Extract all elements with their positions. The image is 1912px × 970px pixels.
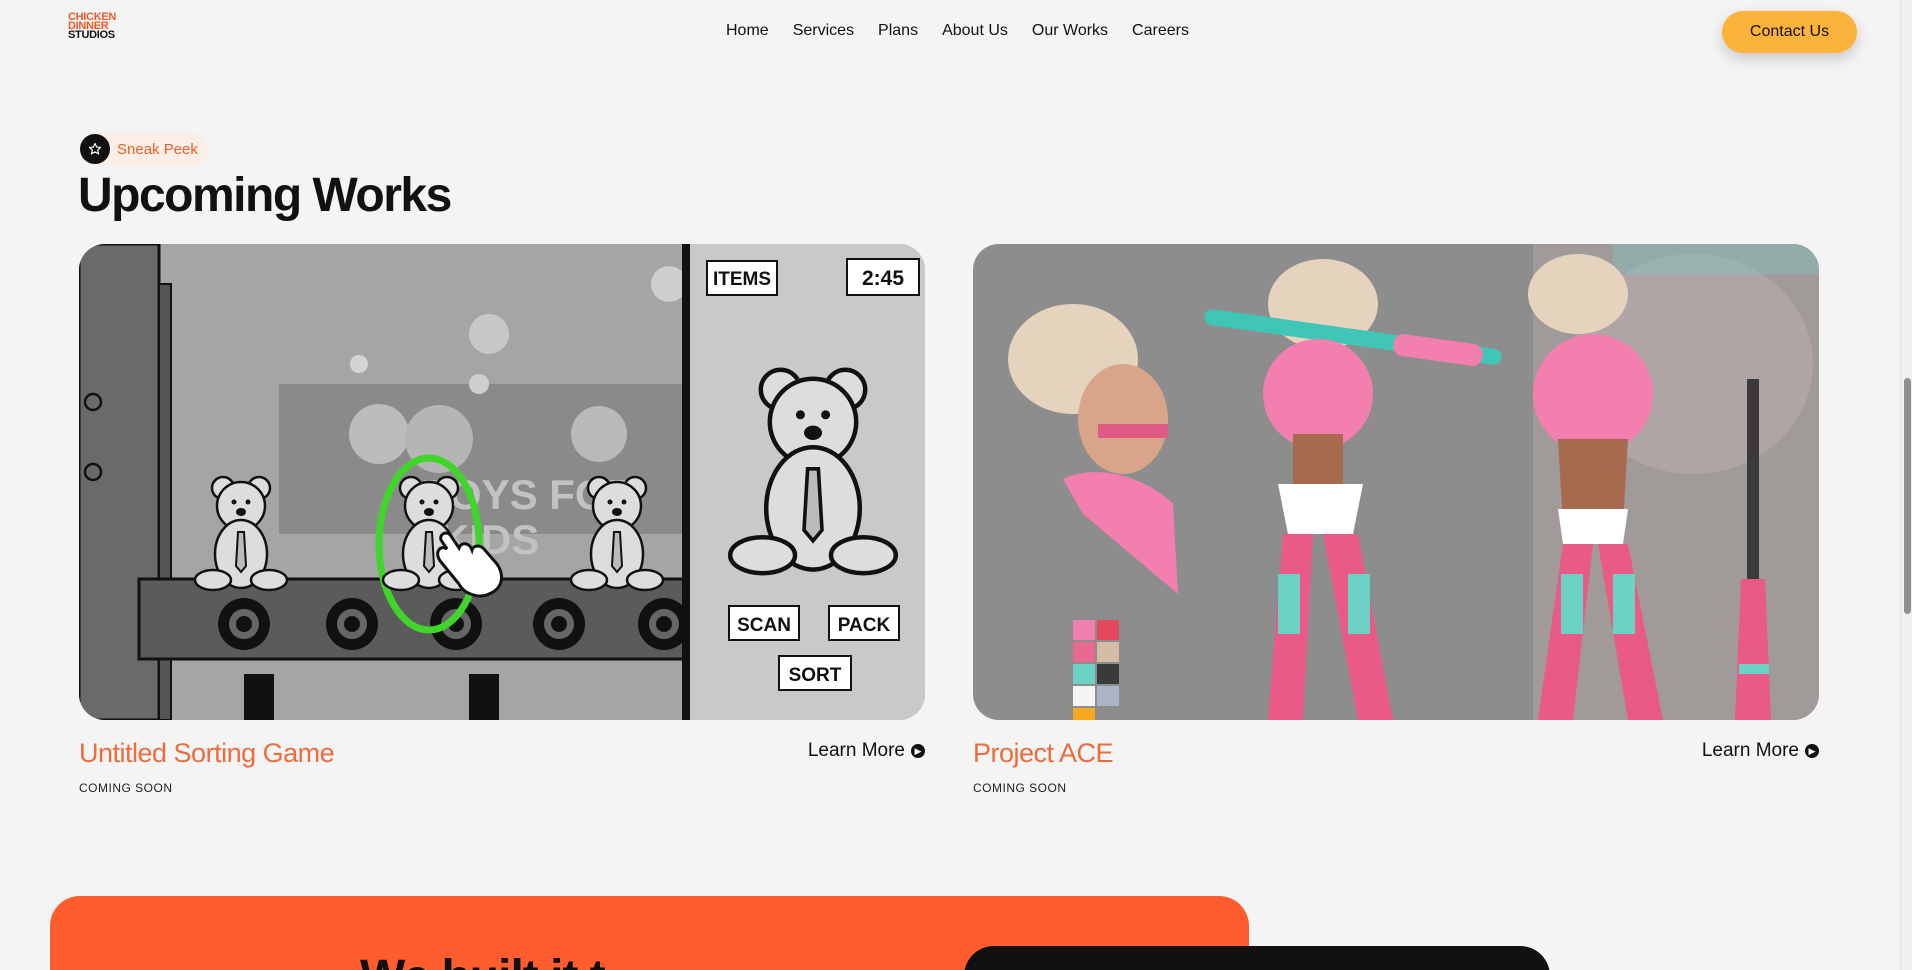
device-mockup <box>964 946 1550 970</box>
hud-pack: PACK <box>838 615 891 636</box>
nav-careers[interactable]: Careers <box>1132 22 1189 40</box>
nav-plans[interactable]: Plans <box>878 22 918 40</box>
sneak-peek-badge: Sneak Peek <box>79 133 208 165</box>
hud-items: ITEMS <box>713 269 771 290</box>
nav-services[interactable]: Services <box>793 22 854 40</box>
learn-more-link[interactable]: Learn More ▶ <box>1702 740 1819 762</box>
badge-label: Sneak Peek <box>117 140 198 158</box>
site-header: CHICKEN DINNER STUDIOS Home Services Pla… <box>0 0 1900 64</box>
contact-us-button[interactable]: Contact Us <box>1722 11 1857 53</box>
card-status: COMING SOON <box>973 781 1067 795</box>
sorting-game-artwork[interactable]: TOYS FOR KIDS ITEMS 2:45 SCAN PACK SORT <box>79 244 925 720</box>
nav-home[interactable]: Home <box>726 22 769 40</box>
nav-our-works[interactable]: Our Works <box>1032 22 1108 40</box>
logo-line: STUDIOS <box>68 29 115 42</box>
banner-heading: We built it t <box>360 950 606 970</box>
section-title: Upcoming Works <box>78 169 452 222</box>
scrollbar-thumb[interactable] <box>1904 378 1911 614</box>
arrow-right-icon: ▶ <box>911 744 925 758</box>
star-icon <box>80 134 110 164</box>
hud-scan: SCAN <box>737 615 791 636</box>
card-status: COMING SOON <box>79 781 173 795</box>
card-title[interactable]: Untitled Sorting Game <box>79 738 335 769</box>
project-ace-artwork[interactable] <box>973 244 1819 720</box>
work-card-project-ace: Project ACE COMING SOON Learn More ▶ <box>973 244 1819 795</box>
hud-timer: 2:45 <box>862 267 904 290</box>
arrow-right-icon: ▶ <box>1805 744 1819 758</box>
main-nav: Home Services Plans About Us Our Works C… <box>726 22 1213 40</box>
work-card-sorting-game: TOYS FOR KIDS ITEMS 2:45 SCAN PACK SORT … <box>79 244 925 795</box>
learn-more-link[interactable]: Learn More ▶ <box>808 740 925 762</box>
scrollbar[interactable] <box>1900 0 1912 970</box>
nav-about-us[interactable]: About Us <box>942 22 1008 40</box>
hud-sort: SORT <box>789 665 842 686</box>
logo[interactable]: CHICKEN DINNER STUDIOS <box>68 11 116 42</box>
learn-more-label: Learn More <box>807 740 905 761</box>
card-title[interactable]: Project ACE <box>973 738 1114 769</box>
learn-more-label: Learn More <box>1701 740 1799 761</box>
